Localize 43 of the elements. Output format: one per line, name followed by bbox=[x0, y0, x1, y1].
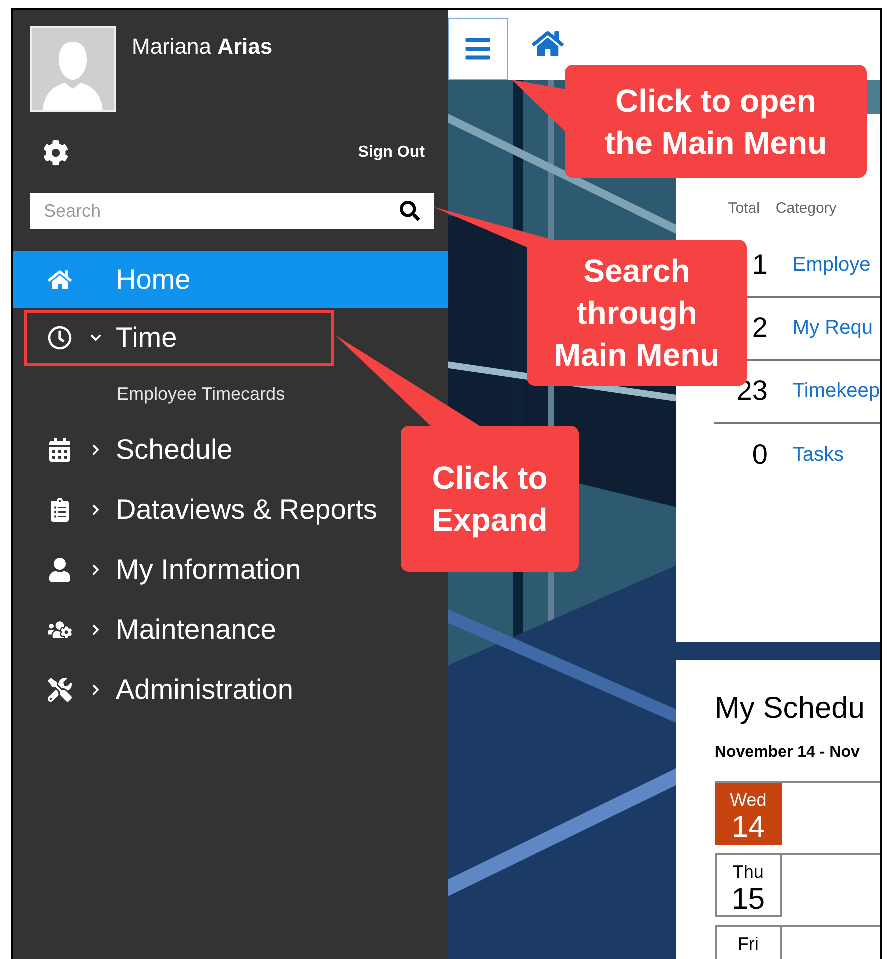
category-link[interactable]: Employe bbox=[792, 250, 871, 280]
menu-item[interactable]: Dataviews & Reports bbox=[13, 480, 382, 540]
search-field[interactable]: Search bbox=[30, 193, 434, 229]
submenu-item[interactable]: Employee Timecards bbox=[117, 380, 286, 408]
category-link[interactable]: My Requ bbox=[792, 313, 873, 343]
callout: Search through Main Menu bbox=[527, 240, 747, 386]
menu-label: Administration bbox=[116, 673, 294, 707]
tools-icon bbox=[48, 678, 72, 702]
menu-label: Home bbox=[116, 262, 191, 296]
date-range: November 14 - Nov bbox=[714, 743, 861, 763]
menu-item[interactable]: Schedule bbox=[13, 420, 237, 480]
settings-icon[interactable] bbox=[43, 140, 69, 166]
menu-label: Maintenance bbox=[116, 613, 276, 647]
clock-icon bbox=[48, 326, 72, 350]
menu-item[interactable]: Time bbox=[13, 308, 182, 368]
total-count: 0 bbox=[751, 438, 768, 472]
menu-item[interactable]: Maintenance bbox=[13, 600, 280, 660]
home-icon bbox=[48, 268, 72, 292]
search-icon[interactable] bbox=[400, 201, 420, 221]
sign-out-link[interactable]: Sign Out bbox=[358, 141, 425, 165]
menu-label: Schedule bbox=[116, 433, 233, 467]
column-header: Category bbox=[774, 199, 837, 219]
schedule-title: My Schedu bbox=[714, 691, 866, 727]
day-tile[interactable]: Fri bbox=[714, 927, 782, 959]
menu-item[interactable]: Administration bbox=[13, 660, 298, 720]
clipboard-icon bbox=[48, 498, 72, 522]
category-link[interactable]: Tasks bbox=[792, 440, 844, 470]
column-header: Total bbox=[727, 199, 761, 219]
menu-label: Dataviews & Reports bbox=[116, 493, 378, 527]
callout: Click to open the Main Menu bbox=[565, 65, 867, 178]
menu-item[interactable]: My Information bbox=[13, 540, 306, 600]
day-tile[interactable]: Wed 14 bbox=[714, 783, 782, 845]
user-name: Mariana Arias bbox=[132, 33, 273, 61]
callout: Click to Expand bbox=[401, 426, 579, 572]
menu-button[interactable] bbox=[448, 18, 508, 80]
total-count: 1 bbox=[751, 248, 768, 282]
category-link[interactable]: Timekeep bbox=[792, 376, 880, 406]
calendar-icon bbox=[48, 438, 72, 462]
menu-label: Time bbox=[116, 321, 178, 355]
menu-label: My Information bbox=[116, 553, 302, 587]
day-tile[interactable]: Thu 15 bbox=[714, 855, 782, 917]
total-count: 2 bbox=[751, 311, 768, 345]
person-icon bbox=[48, 558, 72, 582]
